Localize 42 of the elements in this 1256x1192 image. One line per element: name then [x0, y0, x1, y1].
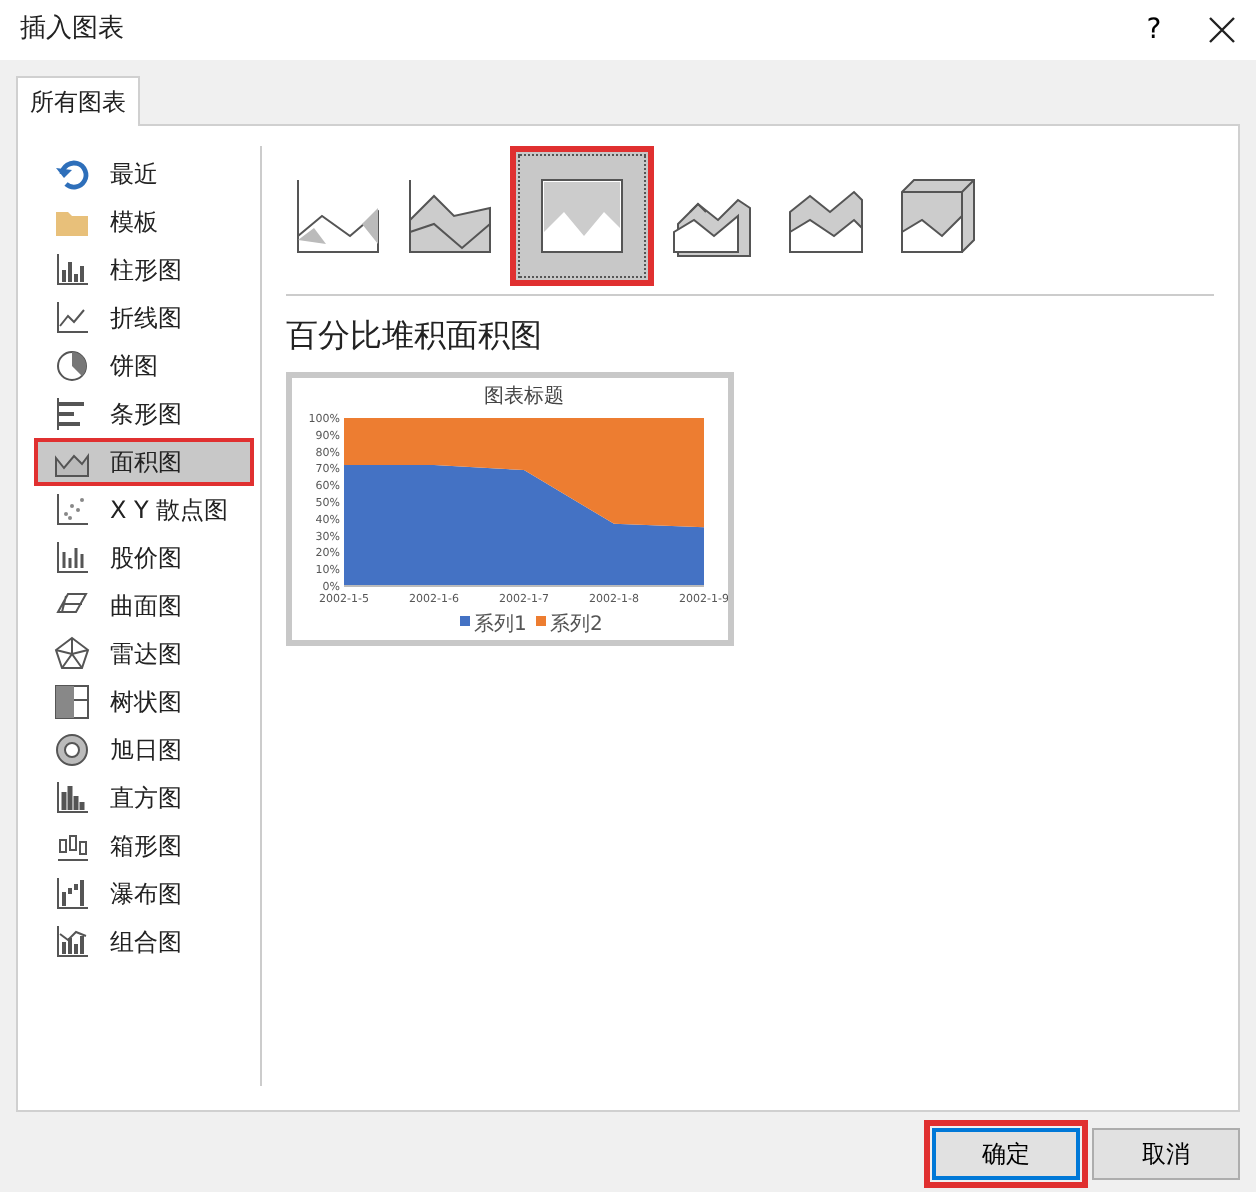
window-title: 插入图表	[20, 12, 126, 49]
waterfall-chart-icon	[54, 876, 90, 912]
histogram-icon	[54, 780, 90, 816]
undo-arrow-icon	[54, 156, 90, 192]
combo-chart-icon	[54, 924, 90, 960]
chart-type-item[interactable]: 曲面图	[34, 582, 254, 630]
chart-type-item[interactable]: 最近	[34, 150, 254, 198]
chart-type-item[interactable]: 组合图	[34, 918, 254, 966]
tab[interactable]: 所有图表	[16, 76, 140, 126]
help-button[interactable]: ?	[1120, 2, 1188, 58]
chart-type-item[interactable]: 瀑布图	[34, 870, 254, 918]
chart-type-item[interactable]: 模板	[34, 198, 254, 246]
column-chart-icon	[54, 252, 90, 288]
legend-label: 系列2	[550, 614, 603, 636]
chart-type-item[interactable]: X Y 散点图	[34, 486, 254, 534]
chart-type-item[interactable]: 条形图	[34, 390, 254, 438]
chart-subtype-button[interactable]	[510, 146, 654, 286]
pie-chart-icon	[54, 348, 90, 384]
treemap-icon	[54, 684, 90, 720]
stock-chart-icon	[54, 540, 90, 576]
chart-type-item[interactable]: 面积图	[34, 438, 254, 486]
chart-type-item[interactable]: 直方图	[34, 774, 254, 822]
chart-type-title: 百分比堆积面积图	[286, 314, 544, 358]
chart-type-item[interactable]: 箱形图	[34, 822, 254, 870]
chart-type-item[interactable]: 柱形图	[34, 246, 254, 294]
bar-chart-icon	[54, 396, 90, 432]
cancel-button[interactable]: 取消	[1092, 1128, 1240, 1180]
chart-title: 图表标题	[484, 386, 564, 408]
chart-type-item[interactable]: 雷达图	[34, 630, 254, 678]
chart-type-item[interactable]: 折线图	[34, 294, 254, 342]
line-chart-icon	[54, 300, 90, 336]
scatter-chart-icon	[54, 492, 90, 528]
chart-type-item[interactable]: 树状图	[34, 678, 254, 726]
radar-chart-icon	[54, 636, 90, 672]
legend-swatch	[460, 616, 470, 626]
close-icon	[1208, 16, 1236, 44]
sunburst-icon	[54, 732, 90, 768]
chart-type-item[interactable]: 饼图	[34, 342, 254, 390]
legend-label: 系列1	[474, 614, 527, 636]
legend-swatch	[536, 616, 546, 626]
chart-type-item[interactable]: 旭日图	[34, 726, 254, 774]
chart-type-item[interactable]: 股价图	[34, 534, 254, 582]
